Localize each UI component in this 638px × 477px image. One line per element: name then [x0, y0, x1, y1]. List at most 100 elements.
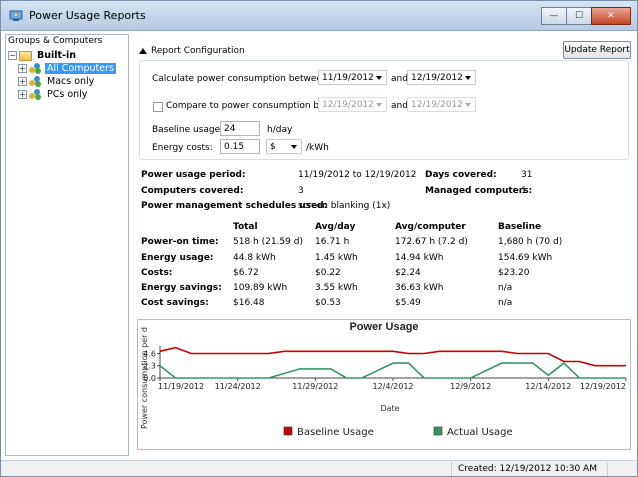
compare-to-value: 12/19/2012 — [411, 99, 463, 110]
computer-group-icon — [29, 63, 42, 74]
baseline-unit: h/day — [267, 125, 293, 135]
close-button[interactable]: ✕ — [591, 7, 631, 25]
calc-from-date[interactable]: 11/19/2012 — [318, 70, 387, 85]
table-row-label: Energy usage: — [141, 253, 214, 263]
groups-tree[interactable]: Groups & Computers − Built-in + All Comp… — [5, 34, 129, 456]
created-timestamp: Created: 12/19/2012 10:30 AM — [451, 462, 601, 476]
stats-col-avg-computer: Avg/computer — [395, 222, 466, 232]
tree-label-all-computers: All Computers — [45, 63, 116, 74]
maximize-button[interactable]: ☐ — [566, 7, 592, 25]
stats-col-avg-day: Avg/day — [315, 222, 356, 232]
legend-label: Baseline Usage — [297, 427, 374, 438]
update-report-button[interactable]: Update Report — [563, 41, 631, 59]
table-cell: n/a — [498, 298, 513, 308]
collapse-icon[interactable]: − — [8, 51, 17, 60]
table-row-label: Energy savings: — [141, 283, 222, 293]
calc-label: Calculate power consumption between: — [152, 74, 331, 84]
table-cell: $6.72 — [233, 268, 259, 278]
tree-node-built-in[interactable]: − Built-in — [8, 49, 78, 62]
tree-label-built-in: Built-in — [37, 50, 77, 61]
stats-col-baseline: Baseline — [498, 222, 542, 232]
dropdown-arrow-icon — [291, 145, 297, 149]
folder-icon — [19, 50, 32, 61]
app-icon — [9, 10, 23, 21]
chart-legend: Baseline Usage Actual Usage — [283, 426, 513, 438]
computer-group-icon — [29, 76, 42, 87]
x-tick-label: 11/24/2012 — [215, 382, 261, 391]
table-cell: 518 h (21.59 d) — [233, 237, 303, 247]
compare-checkbox[interactable] — [153, 102, 163, 112]
table-cell: 154.69 kWh — [498, 253, 553, 263]
tree-node-all-computers[interactable]: + All Computers — [18, 62, 116, 75]
tree-node-pcs-only[interactable]: + PCs only — [18, 88, 89, 101]
expand-icon[interactable]: + — [18, 64, 27, 73]
report-config-title: Report Configuration — [151, 46, 245, 56]
window-title: Power Usage Reports — [29, 9, 146, 22]
app-window: Power Usage Reports — ☐ ✕ Groups & Compu… — [0, 0, 638, 477]
managed-label: Managed computers: — [425, 186, 533, 196]
x-tick-label: 12/19/2012 — [580, 382, 626, 391]
legend-swatch — [433, 426, 443, 436]
calc-and-label: and — [391, 74, 408, 84]
table-cell: 1.45 kWh — [315, 253, 358, 263]
calc-to-value: 12/19/2012 — [411, 72, 463, 83]
dropdown-arrow-icon — [376, 103, 382, 107]
x-tick-label: 11/19/2012 — [158, 382, 204, 391]
y-tick-label: 2.3 — [143, 362, 156, 371]
baseline-label: Baseline usage: — [152, 125, 224, 135]
minimize-button[interactable]: — — [541, 7, 567, 25]
stats-col-total: Total — [233, 222, 258, 232]
schedules-value: screen blanking (1x) — [298, 201, 391, 211]
baseline-input[interactable]: 24 — [220, 121, 260, 136]
managed-value: 1 — [521, 186, 527, 196]
compare-from-date[interactable]: 12/19/2012 — [318, 97, 387, 112]
tree-label-macs-only: Macs only — [47, 76, 95, 87]
x-tick-label: 12/14/2012 — [525, 382, 571, 391]
table-cell: 109.89 kWh — [233, 283, 288, 293]
table-cell: $2.24 — [395, 268, 421, 278]
tree-node-macs-only[interactable]: + Macs only — [18, 75, 96, 88]
days-value: 31 — [521, 170, 533, 180]
chart-xlabel: Date — [380, 404, 399, 413]
table-row-label: Costs: — [141, 268, 173, 278]
collapse-triangle-icon — [139, 48, 147, 54]
table-row-label: Power-on time: — [141, 237, 219, 247]
dropdown-arrow-icon — [465, 76, 471, 80]
calc-to-date[interactable]: 12/19/2012 — [407, 70, 476, 85]
energy-cost-input[interactable]: 0.15 — [220, 139, 260, 154]
resize-grip[interactable] — [607, 462, 637, 476]
period-label: Power usage period: — [141, 170, 246, 180]
table-cell: $0.53 — [315, 298, 341, 308]
currency-select[interactable]: $ — [266, 139, 302, 154]
table-cell: 14.94 kWh — [395, 253, 444, 263]
chart-title: Power Usage — [349, 321, 418, 333]
expand-icon[interactable]: + — [18, 77, 27, 86]
table-cell: $23.20 — [498, 268, 530, 278]
report-pane: Report Configuration Update Report Calcu… — [133, 34, 635, 456]
days-label: Days covered: — [425, 170, 497, 180]
report-config-toggle[interactable]: Report Configuration — [139, 46, 245, 56]
energy-unit: /kWh — [306, 143, 329, 153]
table-cell: $0.22 — [315, 268, 341, 278]
power-usage-chart: Power Usage Power consumption per d Date… — [137, 319, 631, 450]
computers-label: Computers covered: — [141, 186, 244, 196]
table-row-label: Cost savings: — [141, 298, 209, 308]
compare-and-label: and — [391, 101, 408, 111]
tree-label-pcs-only: PCs only — [47, 89, 88, 100]
x-tick-label: 12/9/2012 — [450, 382, 491, 391]
currency-value: $ — [270, 141, 276, 152]
x-tick-label: 12/4/2012 — [372, 382, 413, 391]
compare-to-date[interactable]: 12/19/2012 — [407, 97, 476, 112]
compare-from-value: 12/19/2012 — [322, 99, 374, 110]
dropdown-arrow-icon — [376, 76, 382, 80]
y-tick-label: 0.0 — [143, 374, 156, 383]
table-cell: $5.49 — [395, 298, 421, 308]
legend-label: Actual Usage — [447, 427, 513, 438]
window-controls: — ☐ ✕ — [541, 7, 631, 25]
status-bar: Created: 12/19/2012 10:30 AM — [1, 460, 637, 476]
x-tick-label: 11/29/2012 — [292, 382, 338, 391]
report-config-panel: Calculate power consumption between: 11/… — [139, 60, 629, 160]
table-cell: n/a — [498, 283, 513, 293]
expand-icon[interactable]: + — [18, 90, 27, 99]
title-bar[interactable]: Power Usage Reports — ☐ ✕ — [1, 1, 637, 31]
